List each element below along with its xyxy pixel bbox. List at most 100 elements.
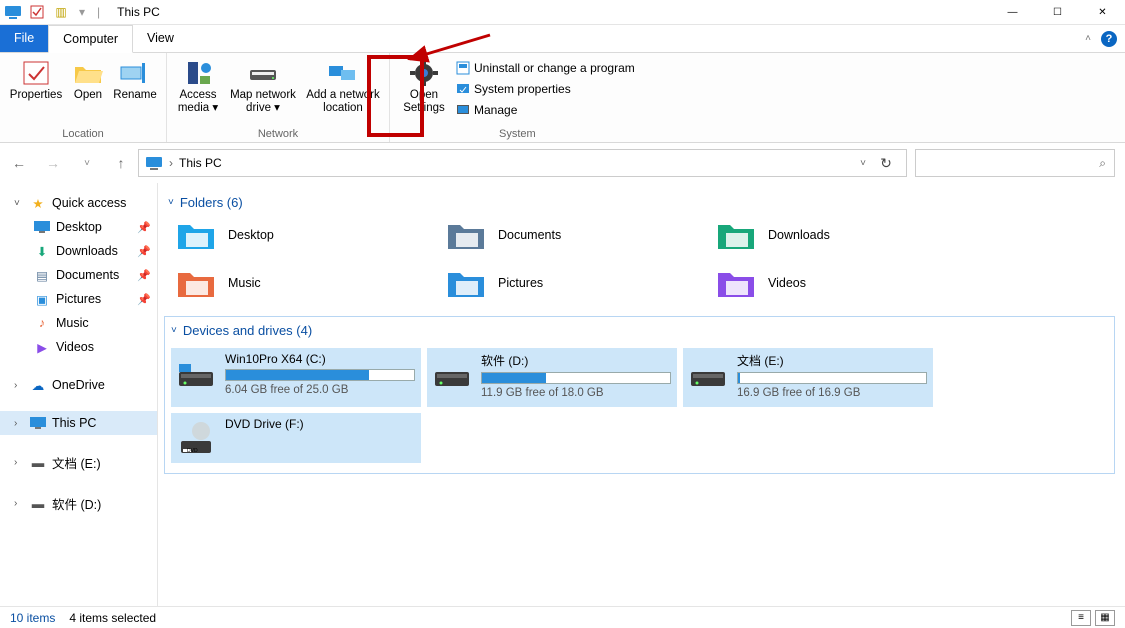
up-button[interactable]: ↑ <box>112 155 130 171</box>
folder-label: Downloads <box>768 228 830 242</box>
navigation-pane: ˅ ★ Quick access Desktop📌 ⬇ Downloads📌 ▤… <box>0 183 158 606</box>
folder-item[interactable]: Documents <box>444 216 694 254</box>
uninstall-program-button[interactable]: Uninstall or change a program <box>452 59 639 77</box>
drive-icon <box>433 352 471 390</box>
sidebar-drive-d[interactable]: › ▬ 软件 (D:) <box>0 490 157 517</box>
manage-icon <box>456 103 470 117</box>
status-selected-count: 4 items selected <box>69 611 156 625</box>
address-bar[interactable]: › This PC ˅ ↻ <box>138 149 907 177</box>
drive-icon: DVD <box>177 417 215 455</box>
capacity-bar <box>225 369 415 381</box>
sidebar-this-pc[interactable]: › This PC <box>0 411 157 435</box>
main-area: ˅ ★ Quick access Desktop📌 ⬇ Downloads📌 ▤… <box>0 183 1125 606</box>
properties-button[interactable]: Properties <box>6 55 66 102</box>
recent-locations-icon[interactable]: ˅ <box>78 158 96 169</box>
folder-item[interactable]: Videos <box>714 264 964 302</box>
sidebar-pictures[interactable]: ▣ Pictures📌 <box>0 287 157 311</box>
sidebar-quick-access[interactable]: ˅ ★ Quick access <box>0 191 157 215</box>
folder-icon <box>446 218 486 252</box>
drive-item[interactable]: 软件 (D:)11.9 GB free of 18.0 GB <box>427 348 677 407</box>
folder-label: Music <box>228 276 261 290</box>
folder-icon <box>446 266 486 300</box>
rename-button[interactable]: Rename <box>110 55 160 102</box>
details-view-button[interactable]: ≡ <box>1071 610 1091 626</box>
address-dropdown-icon[interactable]: ˅ <box>860 158 866 169</box>
chevron-down-icon[interactable]: ˅ <box>14 198 24 209</box>
drive-icon <box>177 352 215 390</box>
sidebar-drive-e[interactable]: › ▬ 文档 (E:) <box>0 449 157 476</box>
drive-free-text: 16.9 GB free of 16.9 GB <box>737 387 927 399</box>
drive-free-text: 6.04 GB free of 25.0 GB <box>225 384 415 396</box>
ribbon: Properties Open Rename Location <box>0 53 1125 143</box>
folders-grid: Desktop Documents Downloads Music Pictur… <box>164 216 1115 302</box>
tab-file[interactable]: File <box>0 25 48 52</box>
new-folder-qat-icon[interactable]: ▥ <box>52 3 70 21</box>
drives-section-header[interactable]: ˅ Devices and drives (4) <box>165 317 1114 344</box>
folder-item[interactable]: Desktop <box>174 216 424 254</box>
drive-icon: ▬ <box>30 496 46 512</box>
search-icon: ⌕ <box>1099 156 1106 171</box>
annotation-highlight-box <box>367 55 424 137</box>
manage-button[interactable]: Manage <box>452 101 639 119</box>
access-media-button[interactable]: Access media ▾ <box>173 55 223 115</box>
open-button[interactable]: Open <box>66 55 110 102</box>
drives-grid: Win10Pro X64 (C:)6.04 GB free of 25.0 GB… <box>165 344 1114 467</box>
pin-icon: 📌 <box>137 269 151 282</box>
desktop-icon <box>34 219 50 235</box>
capacity-bar <box>737 372 927 384</box>
drive-item[interactable]: 文档 (E:) 16.9 GB free of 16.9 GB <box>683 348 933 407</box>
sidebar-downloads[interactable]: ⬇ Downloads📌 <box>0 239 157 263</box>
folder-item[interactable]: Pictures <box>444 264 694 302</box>
sidebar-desktop[interactable]: Desktop📌 <box>0 215 157 239</box>
sidebar-music[interactable]: ♪ Music <box>0 311 157 335</box>
drive-item[interactable]: DVD DVD Drive (F:) <box>171 413 421 463</box>
this-pc-icon <box>145 156 163 170</box>
minimize-ribbon-icon[interactable]: ˄ <box>1085 33 1091 44</box>
drive-icon: ▬ <box>30 455 46 471</box>
close-button[interactable]: ✕ <box>1080 0 1125 25</box>
properties-icon <box>19 59 53 87</box>
chevron-right-icon[interactable]: › <box>14 498 24 509</box>
tab-computer[interactable]: Computer <box>48 25 133 53</box>
add-network-icon <box>326 59 360 87</box>
folder-item[interactable]: Music <box>174 264 424 302</box>
folder-item[interactable]: Downloads <box>714 216 964 254</box>
rename-icon <box>118 59 152 87</box>
breadcrumb-this-pc[interactable]: This PC <box>179 156 222 170</box>
chevron-right-icon[interactable]: › <box>14 380 24 391</box>
document-icon: ▤ <box>34 267 50 283</box>
ribbon-tabs: File Computer View ˄ ? <box>0 25 1125 53</box>
system-properties-button[interactable]: System properties <box>452 80 639 98</box>
sidebar-videos[interactable]: ▶ Videos <box>0 335 157 359</box>
drive-label: 软件 (D:) <box>481 352 671 369</box>
ribbon-group-location: Properties Open Rename Location <box>0 53 167 142</box>
navigation-bar: ← → ˅ ↑ › This PC ˅ ↻ ⌕ <box>0 143 1125 183</box>
drives-section: ˅ Devices and drives (4) Win10Pro X64 (C… <box>164 316 1115 474</box>
help-icon[interactable]: ? <box>1101 31 1117 47</box>
tab-view[interactable]: View <box>133 25 188 52</box>
folders-section-header[interactable]: ˅ Folders (6) <box>164 189 1115 216</box>
map-network-drive-button[interactable]: Map network drive ▾ <box>223 55 303 115</box>
qat-dropdown-icon[interactable]: ▾ <box>79 5 85 19</box>
folder-icon <box>716 266 756 300</box>
chevron-right-icon[interactable]: › <box>14 418 24 429</box>
back-button[interactable]: ← <box>10 155 28 171</box>
sidebar-documents[interactable]: ▤ Documents📌 <box>0 263 157 287</box>
maximize-button[interactable]: ☐ <box>1035 0 1080 25</box>
tiles-view-button[interactable]: ▦ <box>1095 610 1115 626</box>
forward-button[interactable]: → <box>44 155 62 171</box>
system-properties-icon <box>456 82 470 96</box>
window-title: This PC <box>117 5 160 19</box>
title-bar: ▥ ▾ | This PC — ☐ ✕ <box>0 0 1125 25</box>
drive-label: 文档 (E:) <box>737 352 927 369</box>
folder-label: Desktop <box>228 228 274 242</box>
chevron-right-icon[interactable]: › <box>14 457 24 468</box>
search-input[interactable]: ⌕ <box>915 149 1115 177</box>
star-icon: ★ <box>30 195 46 211</box>
sidebar-onedrive[interactable]: › ☁ OneDrive <box>0 373 157 397</box>
properties-qat-icon[interactable] <box>28 3 46 21</box>
content-pane: ˅ Folders (6) Desktop Documents Download… <box>158 183 1125 606</box>
drive-item[interactable]: Win10Pro X64 (C:)6.04 GB free of 25.0 GB <box>171 348 421 407</box>
refresh-button[interactable]: ↻ <box>872 155 900 172</box>
minimize-button[interactable]: — <box>990 0 1035 25</box>
